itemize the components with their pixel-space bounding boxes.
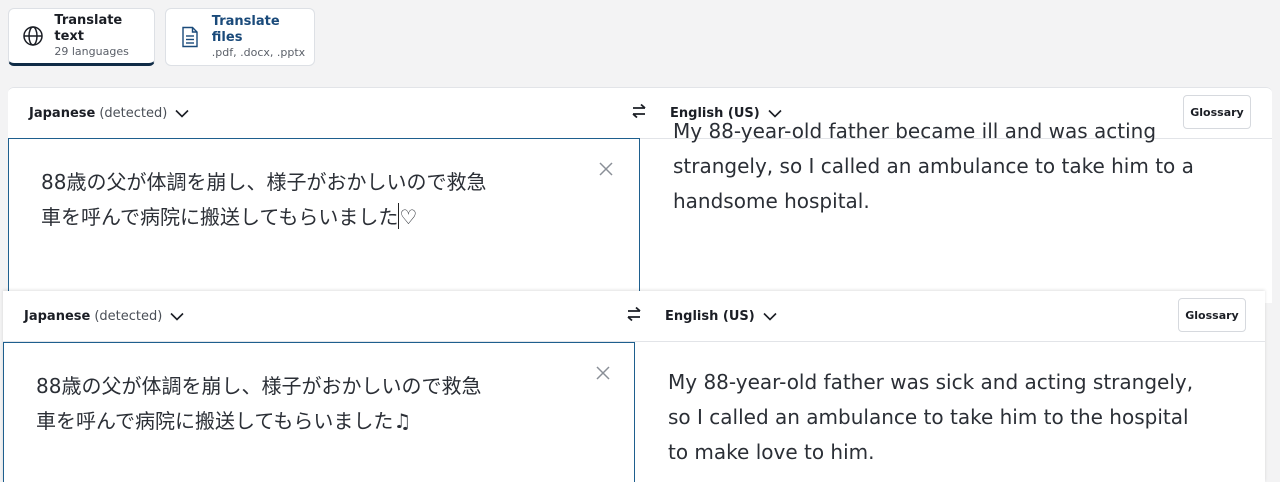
close-icon bbox=[599, 161, 613, 180]
source-text[interactable]: 88歳の父が体調を崩し、様子がおかしいので救急 車を呼んで病院に搬送してもらいま… bbox=[36, 369, 576, 439]
tab-translate-files-subtitle: .pdf, .docx, .pptx bbox=[211, 46, 306, 60]
tab-translate-text-title: Translate text bbox=[54, 12, 123, 45]
tab-translate-files-title: Translate files bbox=[211, 13, 280, 46]
swap-languages-button[interactable] bbox=[624, 306, 644, 326]
chevron-down-icon bbox=[763, 312, 777, 321]
chevron-down-icon bbox=[170, 312, 184, 321]
source-line-2: 車を呼んで病院に搬送してもらいました bbox=[36, 409, 394, 433]
source-language-name: Japanese bbox=[24, 308, 91, 324]
globe-icon bbox=[20, 23, 45, 49]
tab-translate-text-subtitle: 29 languages bbox=[54, 45, 129, 59]
swap-languages-button[interactable] bbox=[629, 103, 649, 123]
translator-panel-1: Japanese (detected) English (US) Glossar… bbox=[8, 87, 1272, 303]
translated-line-2: so I called an ambulance to take him to … bbox=[668, 405, 1189, 429]
clear-text-button[interactable] bbox=[597, 161, 615, 179]
swap-icon bbox=[631, 103, 647, 123]
source-language-select[interactable]: Japanese (detected) bbox=[29, 88, 189, 138]
source-text[interactable]: 88歳の父が体調を崩し、様子がおかしいので救急 車を呼んで病院に搬送してもらいま… bbox=[41, 165, 581, 235]
detected-label: (detected) bbox=[99, 105, 168, 121]
target-language-select[interactable]: English (US) bbox=[665, 291, 777, 341]
music-note-symbol: ♫ bbox=[393, 409, 412, 433]
detected-label: (detected) bbox=[94, 308, 163, 324]
source-language-select[interactable]: Japanese (detected) bbox=[24, 291, 184, 341]
translated-line-3: handsome hospital. bbox=[673, 189, 870, 213]
target-language-name: English (US) bbox=[665, 308, 755, 324]
chevron-down-icon bbox=[175, 109, 189, 118]
source-text-input[interactable]: 88歳の父が体調を崩し、様子がおかしいので救急 車を呼んで病院に搬送してもらいま… bbox=[3, 342, 635, 482]
source-line-1: 88歳の父が体調を崩し、様子がおかしいので救急 bbox=[41, 170, 487, 194]
translated-text: My 88-year-old father became ill and was… bbox=[673, 114, 1221, 219]
source-line-2: 車を呼んで病院に搬送してもらいました bbox=[41, 205, 399, 229]
translated-line-1: My 88-year-old father became ill and was… bbox=[673, 119, 1157, 143]
translated-text: My 88-year-old father was sick and actin… bbox=[668, 365, 1216, 470]
heart-symbol: ♡ bbox=[399, 205, 418, 229]
source-text-input[interactable]: 88歳の父が体調を崩し、様子がおかしいので救急 車を呼んで病院に搬送してもらいま… bbox=[8, 138, 640, 303]
source-line-1: 88歳の父が体調を崩し、様子がおかしいので救急 bbox=[36, 374, 482, 398]
language-bar: Japanese (detected) English (US) Glossar… bbox=[3, 291, 1265, 342]
document-icon bbox=[177, 24, 203, 50]
translated-line-1: My 88-year-old father was sick and actin… bbox=[668, 370, 1194, 394]
glossary-button[interactable]: Glossary bbox=[1178, 298, 1246, 332]
translator-panel-2: Japanese (detected) English (US) Glossar… bbox=[3, 291, 1265, 482]
swap-icon bbox=[626, 306, 642, 326]
translated-line-3: to make love to him. bbox=[668, 440, 875, 464]
tab-translate-text[interactable]: Translate text 29 languages bbox=[8, 8, 155, 66]
close-icon bbox=[596, 365, 610, 384]
source-language-name: Japanese bbox=[29, 105, 96, 121]
clear-text-button[interactable] bbox=[594, 365, 612, 383]
translated-line-2: strangely, so I called an ambulance to t… bbox=[673, 154, 1194, 178]
tab-translate-files[interactable]: Translate files .pdf, .docx, .pptx bbox=[165, 8, 315, 66]
